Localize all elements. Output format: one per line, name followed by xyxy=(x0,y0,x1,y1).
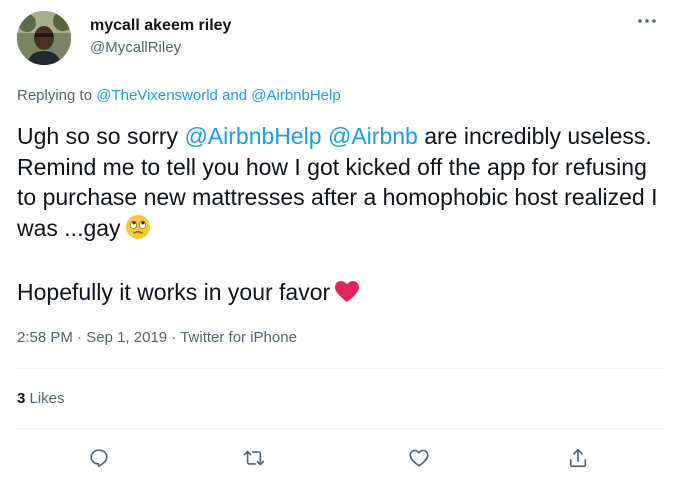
user-handle[interactable]: @MycallRiley xyxy=(90,39,181,56)
mention-link[interactable]: @TheVixensworld xyxy=(96,87,218,104)
tweet-text: Ugh so so sorry @AirbnbHelp @Airbnb are … xyxy=(17,121,667,312)
retweet-button[interactable] xyxy=(239,443,269,473)
tweet-source[interactable]: Twitter for iPhone xyxy=(180,329,297,346)
tweet-text-second: Hopefully it works in your favor xyxy=(17,279,331,305)
mention-link[interactable]: @AirbnbHelp xyxy=(251,87,340,104)
more-horizontal-icon xyxy=(638,19,656,23)
more-button[interactable] xyxy=(634,10,660,32)
display-name[interactable]: mycall akeem riley xyxy=(90,17,231,35)
mention-link[interactable]: @Airbnb xyxy=(328,123,418,149)
tweet-text-start: Ugh so so sorry xyxy=(17,123,185,149)
share-button[interactable] xyxy=(563,443,593,473)
share-icon xyxy=(569,448,587,468)
reply-icon xyxy=(90,449,108,468)
like-icon xyxy=(409,449,429,467)
divider xyxy=(17,428,663,429)
avatar-photo xyxy=(17,11,71,65)
mention-link[interactable]: @AirbnbHelp xyxy=(184,123,321,149)
tweet-meta: 2:58 PM · Sep 1, 2019 · Twitter for iPho… xyxy=(17,329,297,346)
tweet-paragraph: Ugh so so sorry @AirbnbHelp @Airbnb are … xyxy=(17,121,667,247)
retweet-icon xyxy=(243,450,265,466)
meta-separator: · xyxy=(167,329,181,346)
likes-count[interactable]: 3 Likes xyxy=(17,390,65,407)
tweet-paragraph: Hopefully it works in your favor xyxy=(17,277,667,312)
meta-separator: · xyxy=(72,329,87,346)
divider xyxy=(17,368,663,369)
replying-to: Replying to @TheVixensworld and @AirbnbH… xyxy=(17,87,341,104)
like-button[interactable] xyxy=(404,443,434,473)
replying-joiner: and xyxy=(217,87,252,104)
likes-label: Likes xyxy=(25,390,65,407)
replying-prefix: Replying to xyxy=(17,87,97,104)
avatar[interactable] xyxy=(17,11,71,65)
tweet-date[interactable]: Sep 1, 2019 xyxy=(86,329,167,346)
rolling-eyes-emoji-icon xyxy=(125,214,151,248)
reply-button[interactable] xyxy=(84,443,114,473)
action-bar xyxy=(0,443,680,473)
tweet-time[interactable]: 2:58 PM xyxy=(17,329,73,346)
red-heart-emoji-icon xyxy=(334,280,360,312)
